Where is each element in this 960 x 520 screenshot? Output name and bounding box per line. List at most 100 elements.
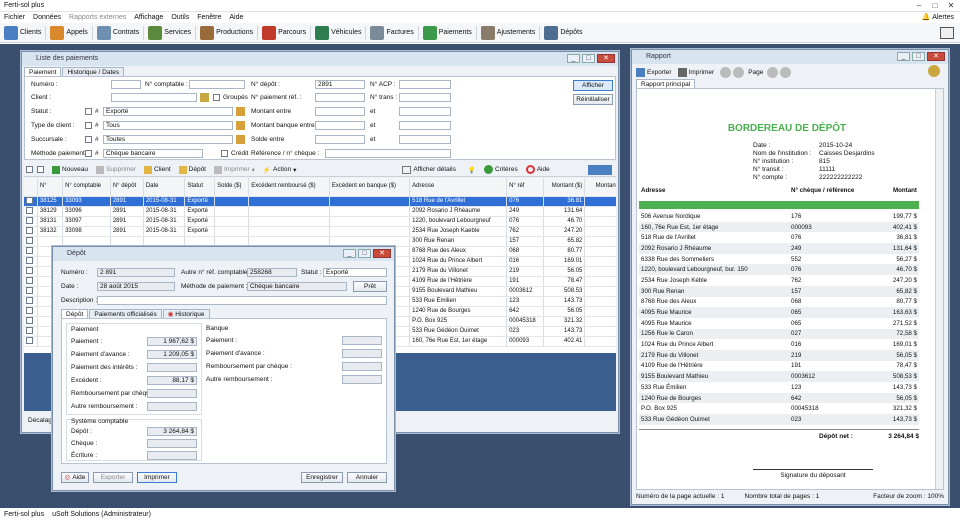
row-checkbox-cell[interactable] <box>24 316 38 327</box>
row-checkbox[interactable] <box>26 326 33 334</box>
row-checkbox-cell[interactable] <box>24 296 38 307</box>
exporter-button[interactable]: Exporter <box>93 472 133 483</box>
table-row[interactable]: 38132 33098 2891 2015-08-31 Exporté 2534 Rue … <box>24 226 616 237</box>
row-checkbox-cell[interactable] <box>24 246 38 257</box>
menu-item[interactable]: Fichier <box>4 12 25 23</box>
row-checkbox[interactable] <box>26 276 33 284</box>
imprimer-button[interactable]: Imprimer <box>137 472 177 483</box>
next-page-icon[interactable] <box>767 66 779 78</box>
row-checkbox-cell[interactable] <box>24 266 38 277</box>
edit-icon[interactable] <box>236 107 245 116</box>
row-checkbox[interactable] <box>26 256 33 264</box>
criteres-button[interactable]: Critères <box>483 165 518 174</box>
grid-header-cell[interactable]: Statut <box>184 178 216 197</box>
toolbar-button[interactable]: Véhicules <box>315 23 361 43</box>
report-scrollbar[interactable] <box>935 89 943 489</box>
numero-input[interactable] <box>111 80 141 89</box>
minimize-icon[interactable]: _ <box>567 54 580 63</box>
grid-header-cell[interactable]: N° <box>37 178 64 197</box>
tab-historique[interactable]: Historique / Dates <box>62 67 125 76</box>
table-row[interactable]: 38129 33096 2891 2015-08-31 Exporté 2092 Rosa… <box>24 206 616 217</box>
row-checkbox-cell[interactable] <box>24 276 38 287</box>
export-button[interactable]: Exporter <box>636 67 672 77</box>
imprimer-button[interactable]: Imprimer ▾ <box>214 165 255 174</box>
reinitialiser-button[interactable]: Réinitialiser <box>573 94 613 105</box>
menu-item[interactable]: Outils <box>171 12 189 23</box>
grid-header-cell[interactable]: Solde ($) <box>214 178 250 197</box>
grid-header-cell[interactable]: N° réf <box>506 178 544 197</box>
afficher-details-button[interactable]: Afficher détails <box>402 165 456 174</box>
row-checkbox-cell[interactable] <box>24 306 38 317</box>
close-icon[interactable]: ✕ <box>927 52 945 61</box>
grid-header-cell[interactable]: N° dépôt <box>110 178 144 197</box>
row-checkbox-cell[interactable] <box>24 226 38 237</box>
grid-header-cell[interactable]: Excédent en banque ($) <box>329 178 411 197</box>
grid-header-cell[interactable]: Date <box>143 178 186 197</box>
toolbar-button[interactable]: Appels <box>50 23 88 43</box>
row-checkbox[interactable] <box>26 286 33 294</box>
tab-historique[interactable]: ◉ Historique <box>162 309 210 318</box>
montant-banque-max-input[interactable] <box>399 121 451 130</box>
row-checkbox-cell[interactable] <box>24 236 38 247</box>
row-checkbox[interactable] <box>26 206 33 214</box>
grid-header-cell[interactable]: Excédent remboursé ($) <box>248 178 330 197</box>
succursale-select[interactable]: Toutes <box>103 135 233 144</box>
type-client-checkbox[interactable] <box>85 122 92 129</box>
select-all-checkbox[interactable] <box>26 166 33 173</box>
type-client-select[interactable]: Tous <box>103 121 233 130</box>
first-page-icon[interactable] <box>720 66 732 78</box>
toolbar-button[interactable]: Ajustements <box>480 23 535 43</box>
minimize-icon[interactable]: _ <box>343 249 356 258</box>
no-paiement-ref-input[interactable] <box>315 93 365 102</box>
methode-checkbox[interactable] <box>85 150 92 157</box>
tab-rapport-principal[interactable]: Rapport principal <box>636 79 696 88</box>
montant-min-input[interactable] <box>315 107 365 116</box>
table-row[interactable]: 300 Rue Renan 157 65.82 <box>24 236 616 247</box>
client-input[interactable] <box>111 93 197 102</box>
no-comptable-input[interactable] <box>189 80 245 89</box>
row-checkbox-cell[interactable] <box>24 326 38 337</box>
pret-button[interactable]: Prêt <box>353 281 387 292</box>
toolbar-button[interactable]: Factures <box>370 23 414 43</box>
table-row[interactable]: 38131 33097 2891 2015-08-31 Exporté 1220, bou… <box>24 216 616 227</box>
previous-page-icon[interactable] <box>733 66 745 78</box>
grid-header-cell[interactable]: N° comptable <box>62 178 111 197</box>
edit-icon[interactable] <box>236 121 245 130</box>
row-checkbox[interactable] <box>26 306 33 314</box>
lightbulb-button[interactable]: 💡 <box>468 166 476 174</box>
toolbar-button[interactable]: Services <box>148 23 191 43</box>
description-input[interactable] <box>97 296 387 305</box>
statut-select[interactable]: Exporté <box>323 268 387 277</box>
groupes-checkbox[interactable] <box>213 94 220 101</box>
statut-checkbox[interactable] <box>85 108 92 115</box>
close-icon[interactable]: ✕ <box>597 54 615 63</box>
credit-checkbox[interactable] <box>221 150 228 157</box>
nouveau-button[interactable]: Nouveau <box>52 165 88 174</box>
methode-select[interactable]: Chèque bancaire <box>103 149 203 158</box>
solde-min-input[interactable] <box>315 135 365 144</box>
aide-button[interactable]: ◎ Aide <box>61 472 89 483</box>
row-checkbox[interactable] <box>26 296 33 304</box>
statut-select[interactable]: Exporté <box>103 107 233 116</box>
menu-item[interactable]: Affichage <box>134 12 163 23</box>
filter-icon[interactable] <box>588 164 612 175</box>
toolbar-button[interactable]: Productions <box>200 23 253 43</box>
client-button[interactable]: Client <box>144 165 171 174</box>
action-button[interactable]: ⚡ Action ▾ <box>263 166 296 174</box>
row-checkbox[interactable] <box>26 316 33 324</box>
montant-banque-min-input[interactable] <box>315 121 365 130</box>
aide-button[interactable]: Aide <box>525 165 550 174</box>
toolbar-button[interactable]: Dépôts <box>544 23 583 43</box>
table-row[interactable]: 38125 33093 2891 2015-08-31 Exporté 518 Rue d… <box>24 196 616 207</box>
menu-item[interactable]: Aide <box>229 12 243 23</box>
print-button[interactable]: Imprimer <box>677 67 714 77</box>
no-depot-input[interactable]: 2891 <box>315 80 365 89</box>
grid-header-cell[interactable]: Adresse <box>409 178 508 197</box>
menu-item[interactable]: Données <box>33 12 61 23</box>
maximize-icon[interactable]: □ <box>358 249 371 258</box>
enregistrer-button[interactable]: Enregistrer <box>301 472 343 483</box>
row-filter-checkbox[interactable] <box>37 166 44 173</box>
depot-button[interactable]: Dépôt <box>178 165 206 174</box>
row-checkbox-cell[interactable] <box>24 206 38 217</box>
row-checkbox[interactable] <box>26 236 33 244</box>
